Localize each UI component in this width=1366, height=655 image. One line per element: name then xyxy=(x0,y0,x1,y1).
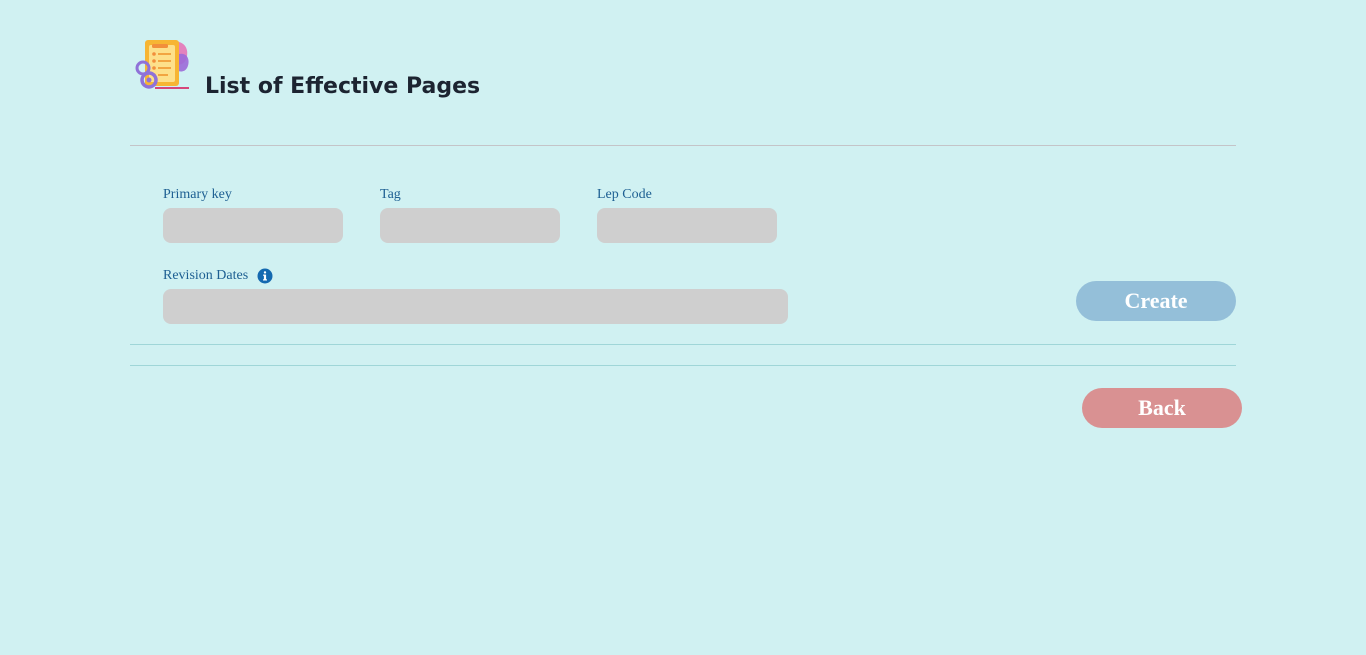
lep-code-label: Lep Code xyxy=(597,187,652,202)
tag-input[interactable] xyxy=(380,208,560,243)
document-checklist-icon xyxy=(135,40,189,89)
lep-code-input[interactable] xyxy=(597,208,777,243)
revision-dates-label: Revision Dates xyxy=(163,268,249,283)
footer-divider xyxy=(130,365,1236,366)
primary-key-input[interactable] xyxy=(163,208,343,243)
page-title: List of Effective Pages xyxy=(205,74,481,99)
form-divider xyxy=(130,344,1236,345)
info-icon[interactable] xyxy=(257,268,273,284)
back-button[interactable]: Back xyxy=(1082,388,1242,428)
primary-key-label: Primary key xyxy=(163,187,232,202)
header-divider xyxy=(130,145,1236,146)
revision-dates-input[interactable] xyxy=(163,289,788,324)
create-button[interactable]: Create xyxy=(1076,281,1236,321)
tag-label: Tag xyxy=(380,187,401,202)
